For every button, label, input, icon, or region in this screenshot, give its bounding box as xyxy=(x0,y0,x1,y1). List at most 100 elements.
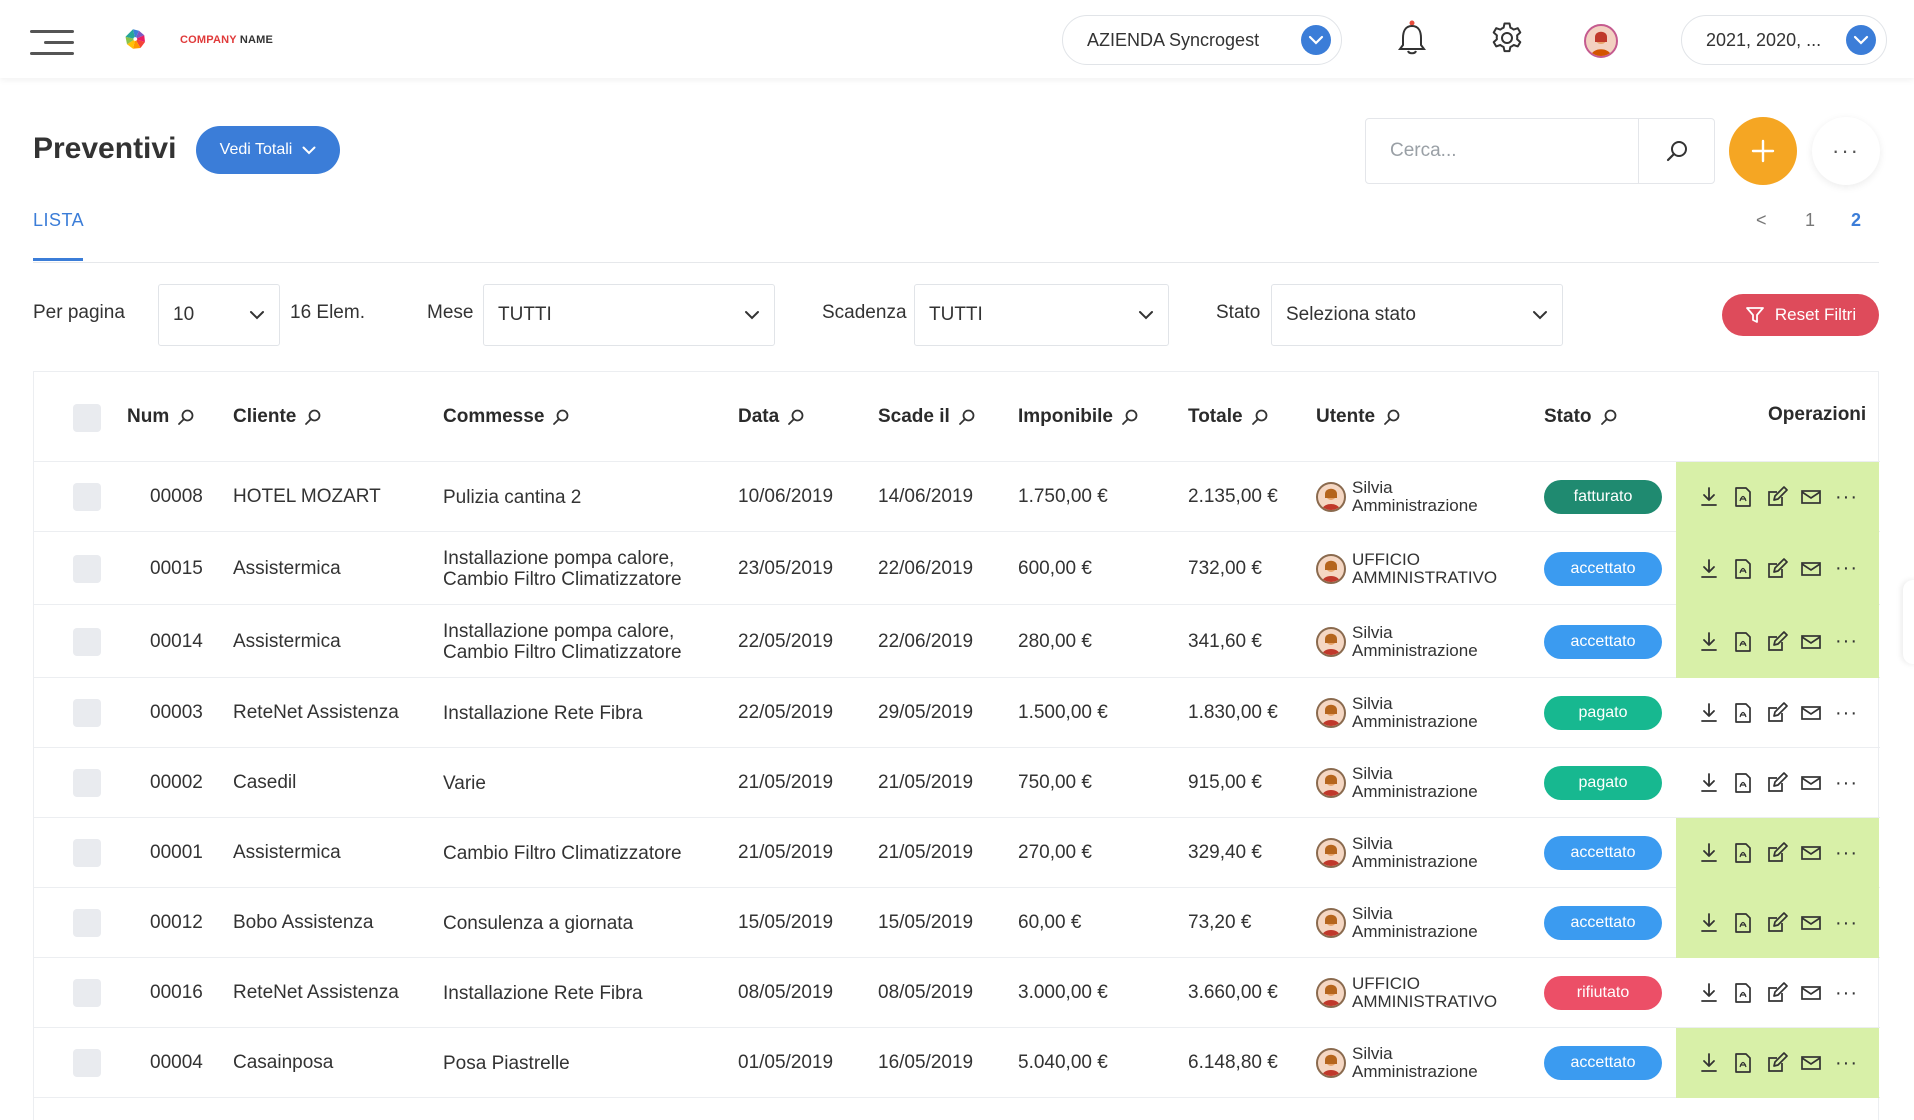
download-icon[interactable] xyxy=(1697,841,1721,865)
mail-icon[interactable] xyxy=(1799,701,1823,725)
mail-icon[interactable] xyxy=(1799,771,1823,795)
row-checkbox[interactable] xyxy=(73,769,101,797)
column-header-data[interactable]: Data xyxy=(738,406,805,428)
column-header-utente[interactable]: Utente xyxy=(1316,406,1401,428)
mail-icon[interactable] xyxy=(1799,981,1823,1005)
cell-cliente: HOTEL MOZART xyxy=(233,486,381,507)
reset-filters-button[interactable]: Reset Filtri xyxy=(1722,294,1879,336)
more-icon[interactable]: ··· xyxy=(1835,630,1858,653)
edit-icon[interactable] xyxy=(1765,841,1789,865)
row-checkbox[interactable] xyxy=(73,1049,101,1077)
more-icon[interactable]: ··· xyxy=(1835,842,1858,865)
edit-icon[interactable] xyxy=(1765,557,1789,581)
download-icon[interactable] xyxy=(1697,1051,1721,1075)
more-icon[interactable]: ··· xyxy=(1835,772,1858,795)
table-row[interactable]: 00016 ReteNet Assistenza Installazione Ret… xyxy=(34,958,1880,1028)
pdf-icon[interactable] xyxy=(1731,701,1755,725)
year-select[interactable]: 2021, 2020, ... xyxy=(1681,15,1887,65)
user-name: Silvia Amministrazione xyxy=(1352,765,1478,801)
pdf-icon[interactable] xyxy=(1731,557,1755,581)
pager-prev[interactable]: < xyxy=(1756,210,1767,231)
bell-icon[interactable] xyxy=(1392,18,1432,58)
mail-icon[interactable] xyxy=(1799,911,1823,935)
row-checkbox[interactable] xyxy=(73,699,101,727)
edit-icon[interactable] xyxy=(1765,911,1789,935)
edit-icon[interactable] xyxy=(1765,981,1789,1005)
row-checkbox[interactable] xyxy=(73,627,101,656)
mail-icon[interactable] xyxy=(1799,557,1823,581)
pdf-icon[interactable] xyxy=(1731,981,1755,1005)
download-icon[interactable] xyxy=(1697,485,1721,509)
column-header-stato[interactable]: Stato xyxy=(1544,406,1618,428)
table-row[interactable]: 00004 Casainposa Posa Piastrelle 01/05/2019… xyxy=(34,1028,1880,1098)
edit-icon[interactable] xyxy=(1765,701,1789,725)
column-header-num[interactable]: Num xyxy=(127,406,195,428)
column-header-totale[interactable]: Totale xyxy=(1188,406,1269,428)
pdf-icon[interactable] xyxy=(1731,630,1755,654)
pdf-icon[interactable] xyxy=(1731,771,1755,795)
table-row[interactable]: 00003 ReteNet Assistenza Installazione Ret… xyxy=(34,678,1880,748)
company-select[interactable]: AZIENDA Syncrogest xyxy=(1062,15,1342,65)
edit-icon[interactable] xyxy=(1765,630,1789,654)
mail-icon[interactable] xyxy=(1799,630,1823,654)
table-row[interactable]: 00001 Assistermica Cambio Filtro Climatizz… xyxy=(34,818,1880,888)
table-row[interactable]: 00008 HOTEL MOZART Pulizia cantina 2 10/06/… xyxy=(34,462,1880,532)
column-header-imponibile[interactable]: Imponibile xyxy=(1018,406,1139,428)
add-button[interactable] xyxy=(1729,117,1797,185)
per-page-select[interactable]: 10 xyxy=(158,284,280,346)
download-icon[interactable] xyxy=(1697,981,1721,1005)
pdf-icon[interactable] xyxy=(1731,841,1755,865)
user-avatar[interactable] xyxy=(1584,24,1618,58)
more-icon[interactable]: ··· xyxy=(1835,486,1858,509)
row-checkbox[interactable] xyxy=(73,839,101,867)
user-avatar xyxy=(1316,553,1346,584)
gear-icon[interactable] xyxy=(1487,18,1527,58)
column-header-scade[interactable]: Scade il xyxy=(878,406,976,428)
row-checkbox[interactable] xyxy=(73,554,101,583)
pdf-icon[interactable] xyxy=(1731,911,1755,935)
row-checkbox[interactable] xyxy=(73,483,101,511)
mail-icon[interactable] xyxy=(1799,841,1823,865)
column-header-cliente[interactable]: Cliente xyxy=(233,406,322,428)
more-options-button[interactable]: ··· xyxy=(1812,117,1880,185)
due-select[interactable]: TUTTI xyxy=(914,284,1169,346)
more-icon[interactable]: ··· xyxy=(1835,1052,1858,1075)
search-input[interactable] xyxy=(1366,119,1638,183)
user-name-line: Silvia xyxy=(1352,764,1393,783)
pdf-icon[interactable] xyxy=(1731,1051,1755,1075)
table-row[interactable]: 00015 Assistermica Installazione pompa cal… xyxy=(34,532,1880,605)
download-icon[interactable] xyxy=(1697,630,1721,654)
month-select[interactable]: TUTTI xyxy=(483,284,775,346)
pager-page-2[interactable]: 2 xyxy=(1851,210,1861,231)
menu-icon[interactable] xyxy=(30,30,74,56)
select-all-checkbox[interactable] xyxy=(73,404,101,432)
more-icon[interactable]: ··· xyxy=(1835,702,1858,725)
side-panel-handle[interactable] xyxy=(1903,580,1914,664)
more-icon[interactable]: ··· xyxy=(1835,982,1858,1005)
search-button[interactable] xyxy=(1638,119,1714,183)
download-icon[interactable] xyxy=(1697,701,1721,725)
table-row[interactable]: 00012 Bobo Assistenza Consulenza a giornat… xyxy=(34,888,1880,958)
download-icon[interactable] xyxy=(1697,557,1721,581)
column-header-commesse[interactable]: Commesse xyxy=(443,406,570,428)
download-icon[interactable] xyxy=(1697,771,1721,795)
more-icon[interactable]: ··· xyxy=(1835,912,1858,935)
edit-icon[interactable] xyxy=(1765,485,1789,509)
table-row[interactable]: 00002 Casedil Varie 21/05/2019 21/05/2019 750… xyxy=(34,748,1880,818)
more-icon[interactable]: ··· xyxy=(1835,557,1858,580)
edit-icon[interactable] xyxy=(1765,771,1789,795)
pager-page-1[interactable]: 1 xyxy=(1805,210,1815,231)
tab-lista[interactable]: LISTA xyxy=(33,210,84,231)
mail-icon[interactable] xyxy=(1799,485,1823,509)
row-checkbox[interactable] xyxy=(73,979,101,1007)
state-select[interactable]: Seleziona stato xyxy=(1271,284,1563,346)
table-header: Num Cliente Commesse Data Scade il Impon… xyxy=(34,372,1880,462)
edit-icon[interactable] xyxy=(1765,1051,1789,1075)
pdf-icon[interactable] xyxy=(1731,485,1755,509)
totals-button[interactable]: Vedi Totali xyxy=(196,126,340,174)
download-icon[interactable] xyxy=(1697,911,1721,935)
table-row[interactable]: 00014 Assistermica Installazione pompa cal… xyxy=(34,605,1880,678)
cell-scade: 22/06/2019 xyxy=(878,557,974,579)
row-checkbox[interactable] xyxy=(73,909,101,937)
mail-icon[interactable] xyxy=(1799,1051,1823,1075)
